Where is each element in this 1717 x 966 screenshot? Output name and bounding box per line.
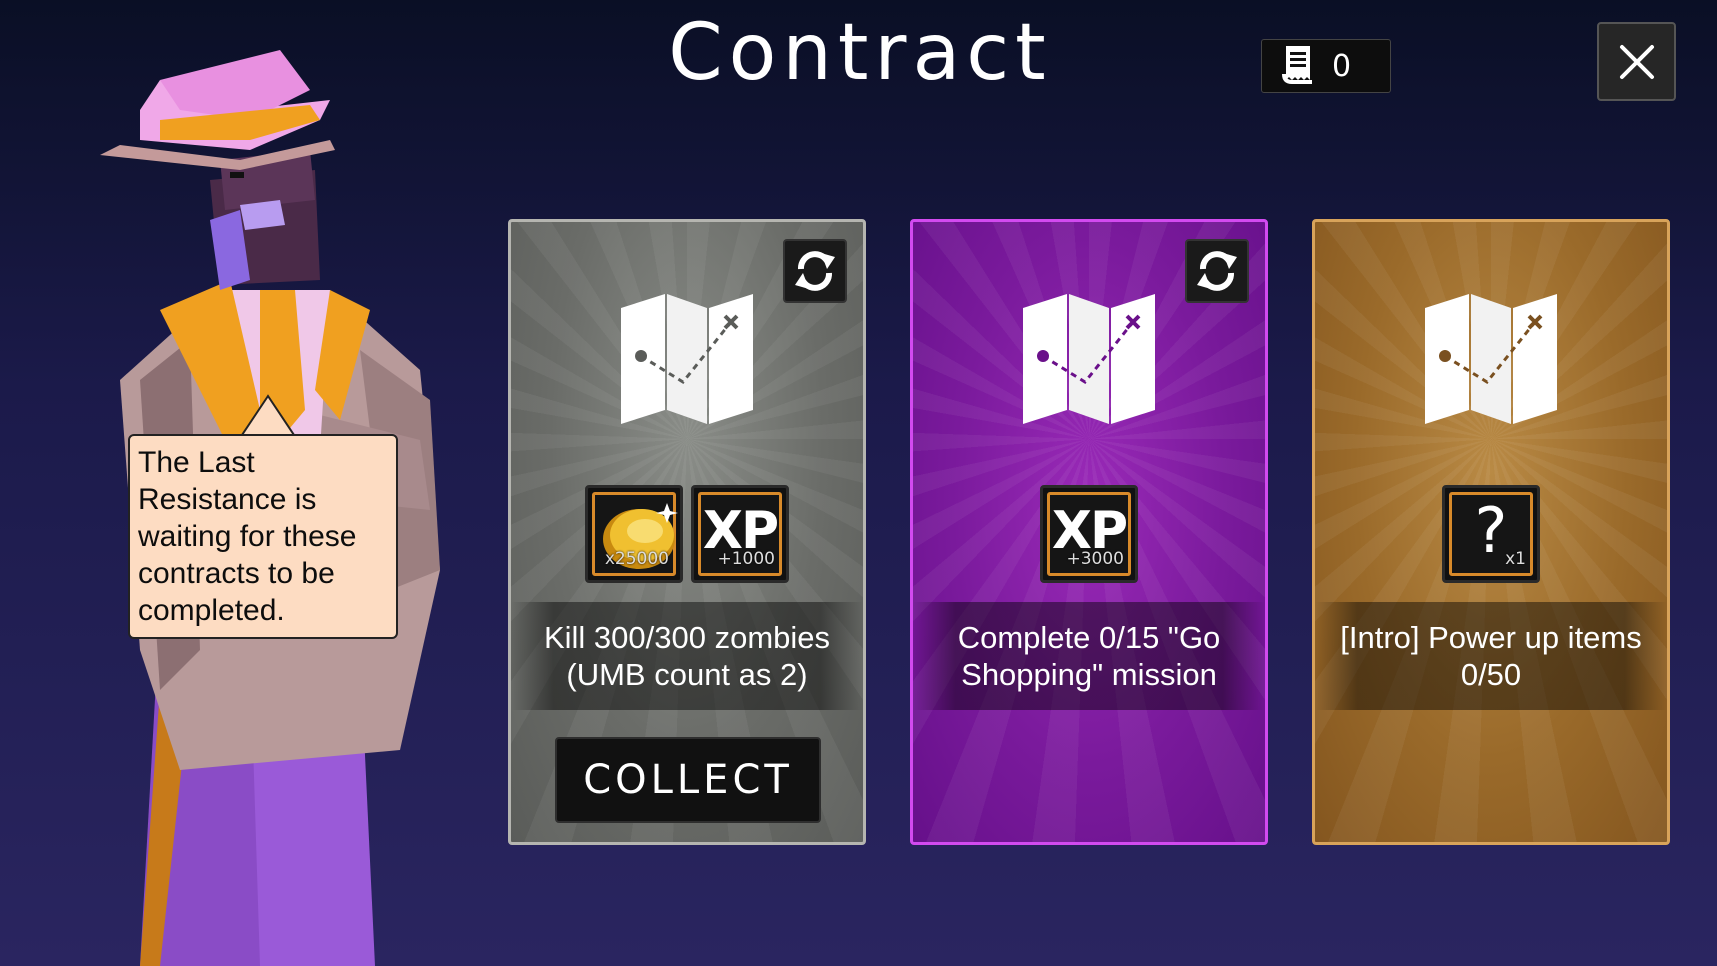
close-button[interactable] bbox=[1597, 22, 1676, 101]
reward-amount: +3000 bbox=[1066, 549, 1124, 569]
map-icon bbox=[1425, 294, 1557, 424]
page-title: Contract bbox=[668, 8, 1052, 98]
collect-button[interactable]: COLLECT bbox=[555, 737, 821, 823]
map-icon bbox=[621, 294, 753, 424]
contract-description: Complete 0/15 "Go Shopping" mission bbox=[913, 602, 1265, 710]
ticket-count: 0 bbox=[1332, 48, 1352, 84]
reward-amount: x25000 bbox=[604, 549, 669, 569]
refresh-button[interactable] bbox=[1185, 239, 1249, 303]
contract-card-2: XP +3000 Complete 0/15 "Go Shopping" mis… bbox=[910, 219, 1268, 845]
contract-card-1: x25000 XP +1000 Kill 300/300 zombies (UM… bbox=[508, 219, 866, 845]
contract-description: [Intro] Power up items 0/50 bbox=[1315, 602, 1667, 710]
speech-tail bbox=[238, 394, 298, 438]
refresh-icon bbox=[795, 251, 835, 291]
reward-amount: +1000 bbox=[717, 549, 775, 569]
ticket-counter: 0 bbox=[1261, 39, 1391, 93]
reward-list: XP +3000 bbox=[913, 485, 1265, 583]
close-icon bbox=[1619, 44, 1654, 79]
ticket-icon bbox=[1282, 46, 1312, 84]
reward-list: ? x1 bbox=[1315, 485, 1667, 583]
contract-card-3: ? x1 [Intro] Power up items 0/50 bbox=[1312, 219, 1670, 845]
reward-list: x25000 XP +1000 bbox=[511, 485, 863, 583]
reward-xp[interactable]: XP +3000 bbox=[1040, 485, 1138, 583]
reward-mystery[interactable]: ? x1 bbox=[1442, 485, 1540, 583]
reward-xp[interactable]: XP +1000 bbox=[691, 485, 789, 583]
refresh-icon bbox=[1197, 251, 1237, 291]
reward-amount: x1 bbox=[1505, 549, 1526, 569]
reward-coin[interactable]: x25000 bbox=[585, 485, 683, 583]
contract-description: Kill 300/300 zombies (UMB count as 2) bbox=[511, 602, 863, 710]
question-mark-icon: ? bbox=[1474, 493, 1508, 567]
speech-bubble: The Last Resistance is waiting for these… bbox=[128, 434, 398, 639]
map-icon bbox=[1023, 294, 1155, 424]
refresh-button[interactable] bbox=[783, 239, 847, 303]
